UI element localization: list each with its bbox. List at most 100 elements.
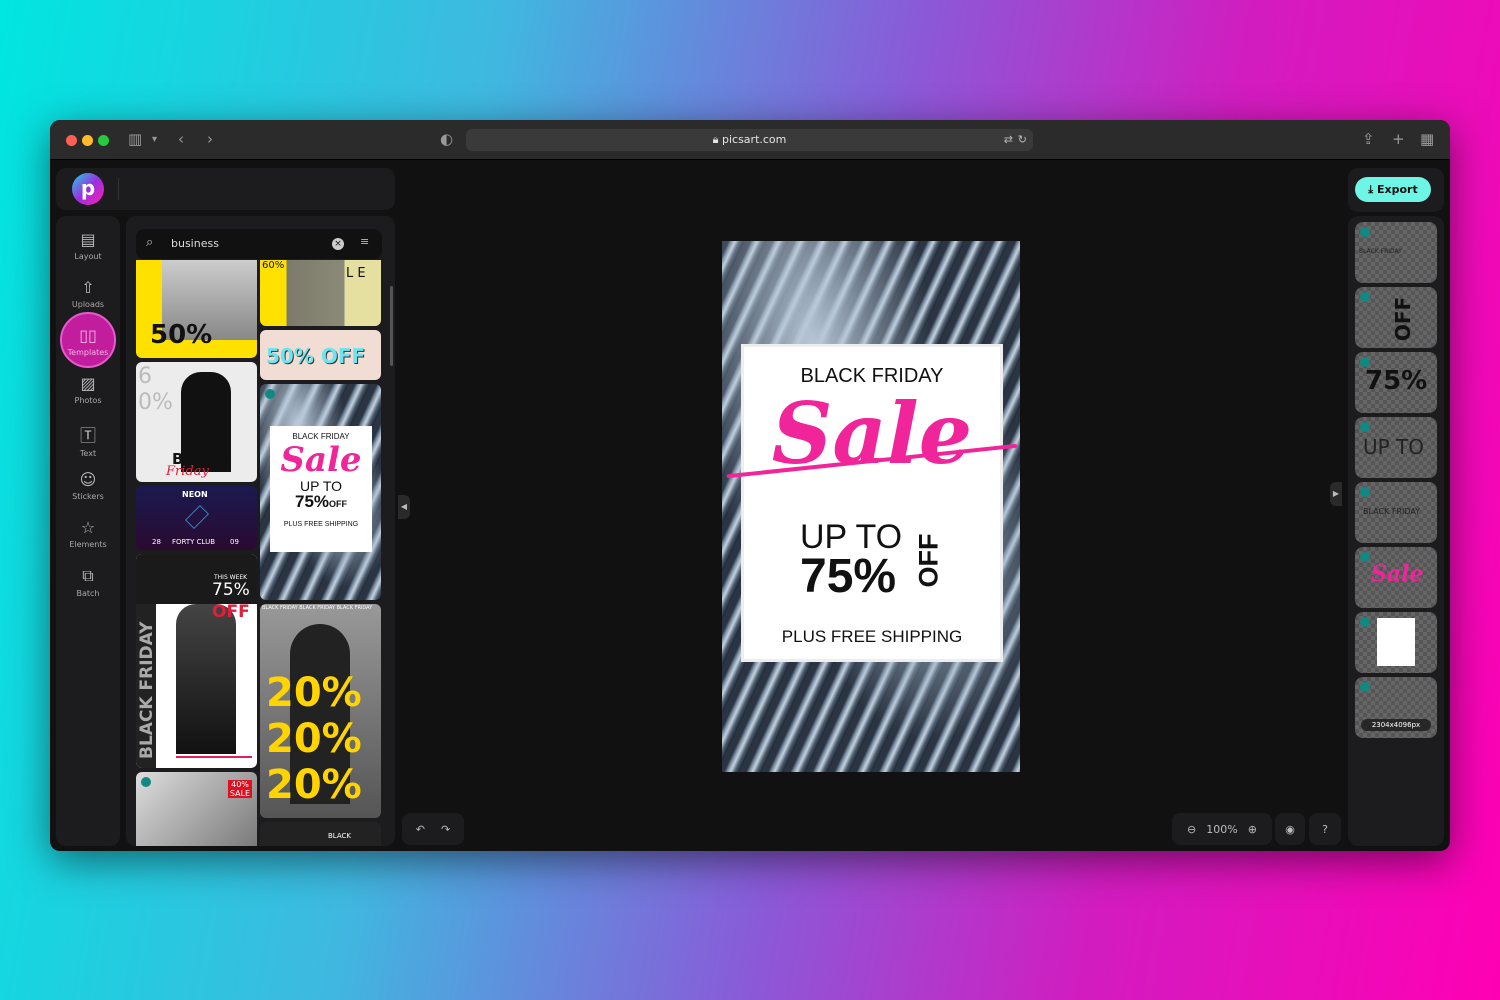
close-window-button[interactable] — [66, 135, 77, 146]
tool-rail: ▤ Layout ⇧ Uploads ▯▯ Templates ▨ Photos 🅃︎ T… — [56, 216, 120, 846]
template-text: BLACK FRIDAY — [137, 621, 157, 760]
layer-label: OFF — [1391, 296, 1416, 342]
sidebar-item-layout[interactable]: ▤ Layout — [56, 230, 120, 261]
template-thumbnail[interactable]: 50% OFF — [260, 330, 381, 380]
template-text: 60% — [262, 260, 285, 271]
template-text: NEON — [182, 490, 208, 499]
search-input[interactable]: ⌕ business × ≡ — [136, 229, 382, 259]
templates-panel: ⌕ business × ≡ 50% 60% L E 50% OFF 60% B… — [126, 216, 395, 846]
divider — [118, 178, 119, 200]
sidebar-item-text[interactable]: 🅃︎ Text — [56, 422, 120, 458]
template-thumbnail[interactable]: BLACK FRIDAY BLACK FRIDAY BLACK FRIDAY 2… — [260, 604, 381, 818]
template-thumbnail[interactable]: 60% L E — [260, 260, 381, 326]
label: Text — [79, 449, 97, 458]
redo-icon[interactable]: ↷ — [441, 823, 450, 836]
text-icon: 🅃︎ — [79, 426, 96, 445]
top-bar: p — [56, 168, 395, 210]
eye-icon: ◉ — [1285, 822, 1295, 836]
layer-item[interactable]: UP TO — [1355, 417, 1437, 478]
sidebar-item-batch[interactable]: ⧉ Batch — [56, 566, 120, 598]
template-thumbnail[interactable]: NEON 28 FORTY CLUB 09 — [136, 486, 257, 550]
filter-icon[interactable]: ≡ — [360, 235, 369, 248]
layer-item[interactable]: 2304x4096px — [1355, 677, 1437, 738]
export-label: Export — [1376, 183, 1418, 196]
zoom-in-icon[interactable]: ⊕ — [1248, 823, 1257, 836]
back-icon[interactable]: ‹ — [178, 130, 184, 148]
template-text: 75% — [294, 492, 330, 511]
zoom-out-icon[interactable]: ⊖ — [1187, 823, 1196, 836]
star-icon: ☆ — [80, 518, 96, 537]
sticker-icon: ☺ — [79, 470, 97, 489]
picsart-logo[interactable]: p — [72, 173, 104, 205]
download-icon: ⤓ — [1368, 183, 1377, 196]
template-text: 60% — [138, 364, 173, 415]
label: Batch — [76, 589, 100, 598]
layer-item[interactable]: BLACK FRIDAY — [1355, 482, 1437, 543]
template-thumbnail[interactable]: 40% SALE — [136, 772, 257, 846]
template-thumbnail[interactable]: 60% BLACK Friday — [136, 362, 257, 482]
template-text: 50% — [150, 320, 213, 350]
lock-icon: 🔒︎ — [712, 133, 722, 146]
browser-titlebar: ▥ ▾ ‹ › ◐ 🔒︎ picsart.com ↻ ⇄ ⇪ + ▦ — [50, 120, 1450, 160]
sidebar-item-uploads[interactable]: ⇧ Uploads — [56, 278, 120, 309]
layer-item[interactable]: 75% — [1355, 352, 1437, 413]
clear-search-icon[interactable]: × — [332, 238, 344, 250]
preview-button[interactable]: ◉ — [1275, 813, 1305, 845]
template-text: 09 — [230, 538, 239, 546]
layer-label: UP TO — [1363, 435, 1425, 459]
help-button[interactable]: ? — [1309, 813, 1341, 845]
template-thumbnail[interactable]: BLACK FRIDAY Sale UP TO 75%OFF PLUS FREE… — [260, 384, 381, 600]
canvas-off[interactable]: OFF — [914, 534, 945, 588]
layer-item[interactable] — [1355, 612, 1437, 673]
layout-icon: ▤ — [80, 230, 96, 249]
scrollbar[interactable] — [390, 286, 393, 366]
undo-icon[interactable]: ↶ — [416, 823, 425, 836]
canvas-percent[interactable]: 75% — [800, 553, 896, 601]
forward-icon[interactable]: › — [207, 130, 213, 148]
sidebar-toggle-icon[interactable]: ▥ — [128, 130, 142, 148]
reload-icon[interactable]: ↻ — [1018, 129, 1027, 151]
layer-item[interactable]: Sale — [1355, 547, 1437, 608]
sidebar-item-photos[interactable]: ▨ Photos — [56, 374, 120, 405]
sidebar-item-templates[interactable]: ▯▯ Templates — [56, 326, 120, 357]
template-thumbnail[interactable]: THIS WEEK 75% OFF BLACK FRIDAY — [136, 554, 257, 768]
layer-item[interactable]: OFF — [1355, 287, 1437, 348]
template-thumbnail[interactable]: BLACK — [260, 822, 381, 846]
translate-icon[interactable]: ⇄ — [1004, 129, 1013, 151]
minimize-window-button[interactable] — [82, 135, 93, 146]
template-text: 28 — [152, 538, 161, 546]
layer-item[interactable]: BLACK FRIDAY — [1355, 222, 1437, 283]
label: Photos — [74, 396, 102, 405]
template-text: L E — [346, 266, 366, 281]
zoom-controls: ⊖ 100% ⊕ — [1172, 813, 1272, 845]
browser-window: ▥ ▾ ‹ › ◐ 🔒︎ picsart.com ↻ ⇄ ⇪ + ▦ p ▤ La… — [50, 120, 1450, 851]
address-bar[interactable]: 🔒︎ picsart.com ↻ ⇄ — [466, 129, 1033, 151]
share-icon[interactable]: ⇪ — [1362, 130, 1375, 148]
shield-icon[interactable]: ◐ — [440, 130, 453, 148]
template-text: UP TO — [299, 478, 343, 494]
sidebar-item-stickers[interactable]: ☺ Stickers — [56, 470, 120, 501]
chevron-down-icon[interactable]: ▾ — [152, 134, 157, 145]
export-button[interactable]: ⤓ Export — [1355, 177, 1431, 202]
upload-icon: ⇧ — [81, 278, 95, 297]
design-card: BLACK FRIDAY Sale UP TO 75% OFF PLUS FRE… — [726, 347, 1018, 659]
template-thumbnail[interactable]: 50% — [136, 260, 257, 358]
canvas-footer[interactable]: PLUS FREE SHIPPING — [744, 627, 1000, 647]
search-value: business — [171, 237, 219, 250]
template-text: 40% SALE — [228, 780, 252, 798]
template-text: 20% — [266, 670, 362, 716]
template-text: 20% — [266, 716, 362, 762]
label: Templates — [67, 348, 109, 357]
collapse-left-panel-button[interactable]: ◀ — [398, 495, 410, 519]
tab-overview-icon[interactable]: ▦ — [1420, 130, 1434, 148]
canvas-script-text[interactable]: Sale — [744, 388, 1000, 480]
maximize-window-button[interactable] — [98, 135, 109, 146]
design-canvas[interactable]: BLACK FRIDAY Sale UP TO 75% OFF PLUS FRE… — [722, 241, 1020, 772]
zoom-level[interactable]: 100% — [1206, 823, 1237, 836]
collapse-right-panel-button[interactable]: ▶ — [1330, 482, 1342, 506]
label: Layout — [74, 252, 102, 261]
sidebar-item-elements[interactable]: ☆ Elements — [56, 518, 120, 549]
template-text: OFF — [329, 499, 348, 509]
history-controls: ↶ ↷ — [402, 813, 464, 845]
new-tab-icon[interactable]: + — [1392, 130, 1405, 148]
